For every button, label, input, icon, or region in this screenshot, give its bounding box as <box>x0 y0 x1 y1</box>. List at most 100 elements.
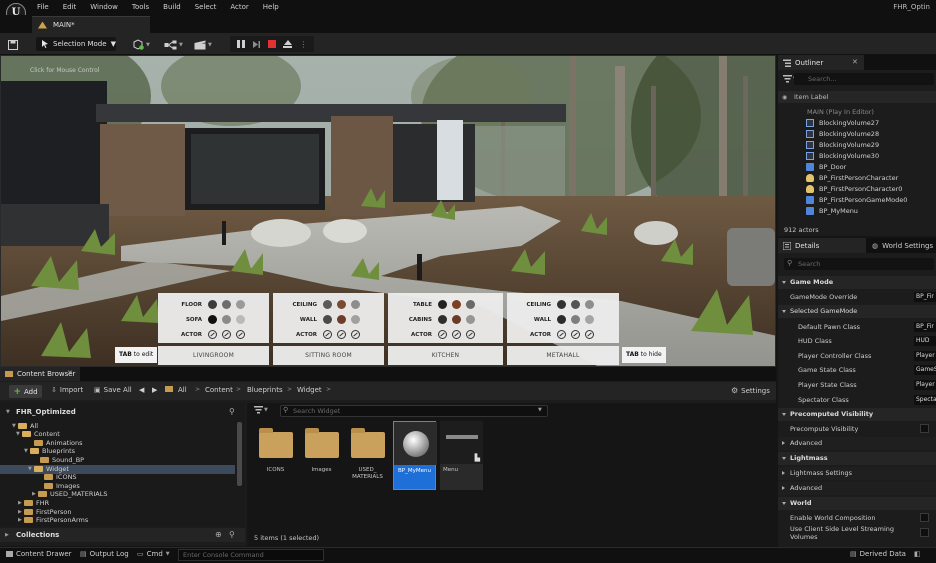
swatch-button[interactable] <box>208 315 217 324</box>
history-back-icon[interactable]: ◀ <box>139 386 144 394</box>
prop-value-dropdown[interactable]: GameS <box>914 365 936 376</box>
outliner-item[interactable]: BlockingVolume28 <box>780 128 934 139</box>
cinematics-button[interactable]: ▼ <box>194 38 212 51</box>
asset-menu-widget[interactable]: ▙ Menu <box>440 421 483 490</box>
section-game-mode[interactable]: Game Mode <box>778 276 936 289</box>
prop-value-dropdown[interactable]: Player <box>914 350 936 361</box>
prop-value-dropdown[interactable]: HUD <box>914 336 936 347</box>
outliner-item[interactable]: BlockingVolume29 <box>780 139 934 150</box>
prop-value-dropdown[interactable]: Player <box>914 379 936 390</box>
tab-kitchen[interactable]: KITCHEN <box>388 346 503 365</box>
outliner-item[interactable]: BP_FirstPersonCharacter0 <box>780 183 934 194</box>
breadcrumb-blueprints[interactable]: Blueprints <box>247 386 283 394</box>
outliner-item[interactable]: BP_FirstPersonCharacter <box>780 172 934 183</box>
import-button[interactable]: ⇩ Import <box>51 386 83 394</box>
advanced-expander[interactable]: Advanced <box>778 437 936 450</box>
outliner-item[interactable]: BP_Door <box>780 161 934 172</box>
swatch-button[interactable] <box>208 300 217 309</box>
swatch-button[interactable] <box>323 315 332 324</box>
prop-value-dropdown[interactable]: BP_Fir <box>914 321 936 332</box>
actor-toggle-icon[interactable] <box>571 330 580 339</box>
save-all-button[interactable]: ▣ Save All <box>94 386 132 394</box>
content-drawer-button[interactable]: Content Drawer <box>6 550 72 558</box>
section-precomputed-visibility[interactable]: Precomputed Visibility <box>778 408 936 421</box>
save-icon[interactable] <box>8 38 18 51</box>
swatch-button[interactable] <box>222 300 231 309</box>
actor-toggle-icon[interactable] <box>585 330 594 339</box>
more-options-icon[interactable]: ⋮ <box>299 40 307 49</box>
eye-icon[interactable]: ◉ <box>782 94 787 101</box>
breadcrumb-content[interactable]: Content <box>205 386 233 394</box>
breadcrumb-all[interactable]: All <box>178 386 187 394</box>
selection-mode-dropdown[interactable]: Selection Mode ▼ <box>36 37 116 51</box>
outliner-search-input[interactable]: Search... <box>794 73 934 85</box>
menu-tools[interactable]: Tools <box>132 0 149 15</box>
derived-data-button[interactable]: ▤ Derived Data <box>850 550 906 558</box>
asset-search-input[interactable]: Search Widget <box>280 405 548 417</box>
tab-livingroom[interactable]: LIVINGROOM <box>158 346 269 365</box>
actor-toggle-icon[interactable] <box>236 330 245 339</box>
swatch-button[interactable] <box>466 300 475 309</box>
swatch-button[interactable] <box>571 315 580 324</box>
swatch-button[interactable] <box>571 300 580 309</box>
lightmass-settings-expander[interactable]: Lightmass Settings <box>778 467 936 480</box>
frame-advance-icon[interactable] <box>252 40 261 49</box>
collections-section[interactable]: Collections <box>0 528 245 542</box>
tab-metahall[interactable]: METAHALL <box>507 346 619 365</box>
eject-icon[interactable] <box>283 39 293 49</box>
section-selected-gamemode[interactable]: Selected GameMode <box>778 305 936 318</box>
console-input[interactable]: Enter Console Command <box>178 549 324 561</box>
actor-toggle-icon[interactable] <box>452 330 461 339</box>
swatch-button[interactable] <box>452 315 461 324</box>
folder-icon[interactable] <box>165 386 173 392</box>
details-search-input[interactable]: Search <box>784 258 934 270</box>
actor-toggle-icon[interactable] <box>208 330 217 339</box>
outliner-column-header[interactable]: Item Label <box>778 91 936 103</box>
tree-node[interactable]: ▶ FirstPersonArms <box>18 516 88 525</box>
menu-window[interactable]: Window <box>90 0 118 15</box>
actor-toggle-icon[interactable] <box>466 330 475 339</box>
breadcrumb-widget[interactable]: Widget <box>297 386 322 394</box>
asset-bp-mymenu[interactable]: BP_MyMenu <box>393 421 437 490</box>
close-icon[interactable]: ✕ <box>67 369 73 377</box>
section-world[interactable]: World <box>778 497 936 510</box>
actor-toggle-icon[interactable] <box>557 330 566 339</box>
asset-folder-images[interactable]: Images <box>300 421 343 490</box>
actor-toggle-icon[interactable] <box>222 330 231 339</box>
outliner-item[interactable]: BP_MyMenu <box>780 205 934 216</box>
details-tab[interactable]: Details <box>778 238 866 253</box>
pause-icon[interactable] <box>236 40 245 48</box>
menu-select[interactable]: Select <box>195 0 217 15</box>
world-composition-checkbox[interactable] <box>920 513 929 522</box>
search-icon[interactable]: ⚲ <box>229 530 235 539</box>
world-settings-tab[interactable]: ◍ World Settings <box>868 238 936 253</box>
swatch-button[interactable] <box>452 300 461 309</box>
cmd-dropdown[interactable]: ▭ Cmd ▼ <box>137 550 170 558</box>
swatch-button[interactable] <box>585 300 594 309</box>
settings-button[interactable]: ⚙ Settings <box>731 386 770 395</box>
output-log-button[interactable]: ▤ Output Log <box>80 550 129 558</box>
swatch-button[interactable] <box>337 315 346 324</box>
actor-toggle-icon[interactable] <box>438 330 447 339</box>
history-forward-icon[interactable]: ▶ <box>152 386 157 394</box>
prop-value-dropdown[interactable]: BP_Fir <box>914 291 936 302</box>
swatch-button[interactable] <box>557 315 566 324</box>
menu-actor[interactable]: Actor <box>230 0 248 15</box>
outliner-item[interactable]: MAIN (Play In Editor) <box>780 106 934 117</box>
swatch-button[interactable] <box>585 315 594 324</box>
swatch-button[interactable] <box>337 300 346 309</box>
asset-folder-icons[interactable]: ICONS <box>254 421 297 490</box>
actor-toggle-icon[interactable] <box>337 330 346 339</box>
actor-toggle-icon[interactable] <box>351 330 360 339</box>
close-icon[interactable]: ✕ <box>852 58 858 66</box>
actor-toggle-icon[interactable] <box>323 330 332 339</box>
stop-icon[interactable] <box>267 40 276 48</box>
swatch-button[interactable] <box>236 300 245 309</box>
asset-folder-used-materials[interactable]: USED_ MATERIALS <box>346 421 389 490</box>
add-collection-icon[interactable]: ⊕ <box>215 530 222 539</box>
menu-file[interactable]: File <box>37 0 49 15</box>
swatch-button[interactable] <box>236 315 245 324</box>
outliner-item[interactable]: BP_FirstPersonGameMode0 <box>780 194 934 205</box>
swatch-button[interactable] <box>438 315 447 324</box>
outliner-item[interactable]: BlockingVolume27 <box>780 117 934 128</box>
